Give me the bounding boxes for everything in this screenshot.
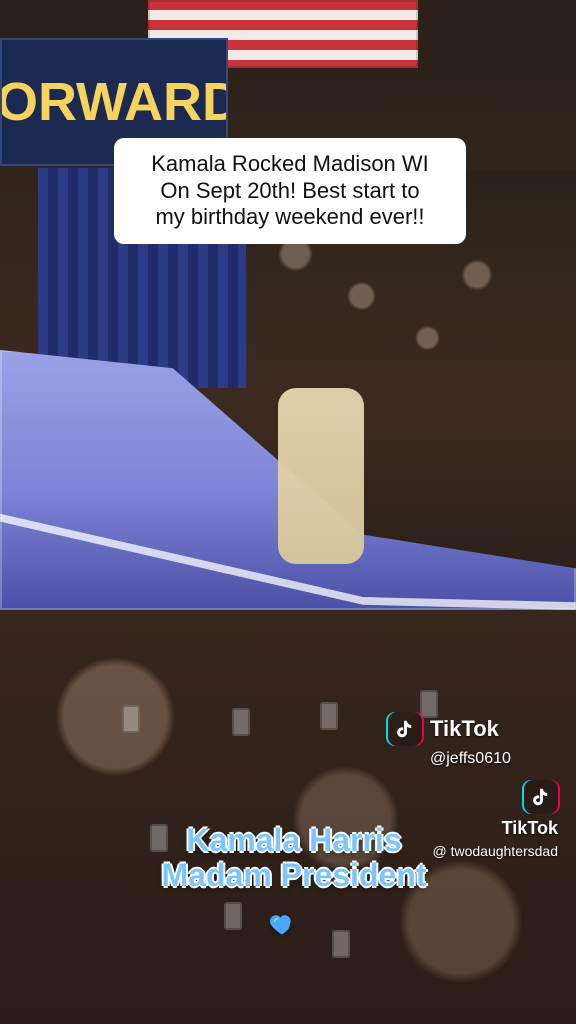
tiktok-icon — [524, 780, 558, 814]
caption-text: Kamala Rocked Madison WI On Sept 20th! B… — [151, 151, 429, 230]
tiktok-icon — [388, 712, 422, 746]
overlay-line-2: Madam President — [161, 857, 427, 894]
watermark-row: TikTok — [388, 712, 558, 746]
phone-light — [224, 902, 242, 930]
phone-light — [122, 705, 140, 733]
person-on-stage — [278, 388, 364, 564]
tiktok-handle: @jeffs0610 — [430, 750, 511, 767]
overlay-line-1: Kamala Harris — [186, 822, 402, 858]
caption-box: Kamala Rocked Madison WI On Sept 20th! B… — [114, 138, 466, 244]
overlay-title: Kamala Harris Madam President — [134, 822, 454, 894]
blue-heart-icon — [268, 910, 296, 938]
phone-light — [320, 702, 338, 730]
banner-text: ORWARD — [0, 72, 228, 132]
phone-light — [332, 930, 350, 958]
tiktok-brand: TikTok — [430, 716, 499, 741]
phone-light — [232, 708, 250, 736]
watermark-row — [388, 780, 558, 814]
tiktok-watermark-1: TikTok @jeffs0610 — [388, 712, 558, 768]
